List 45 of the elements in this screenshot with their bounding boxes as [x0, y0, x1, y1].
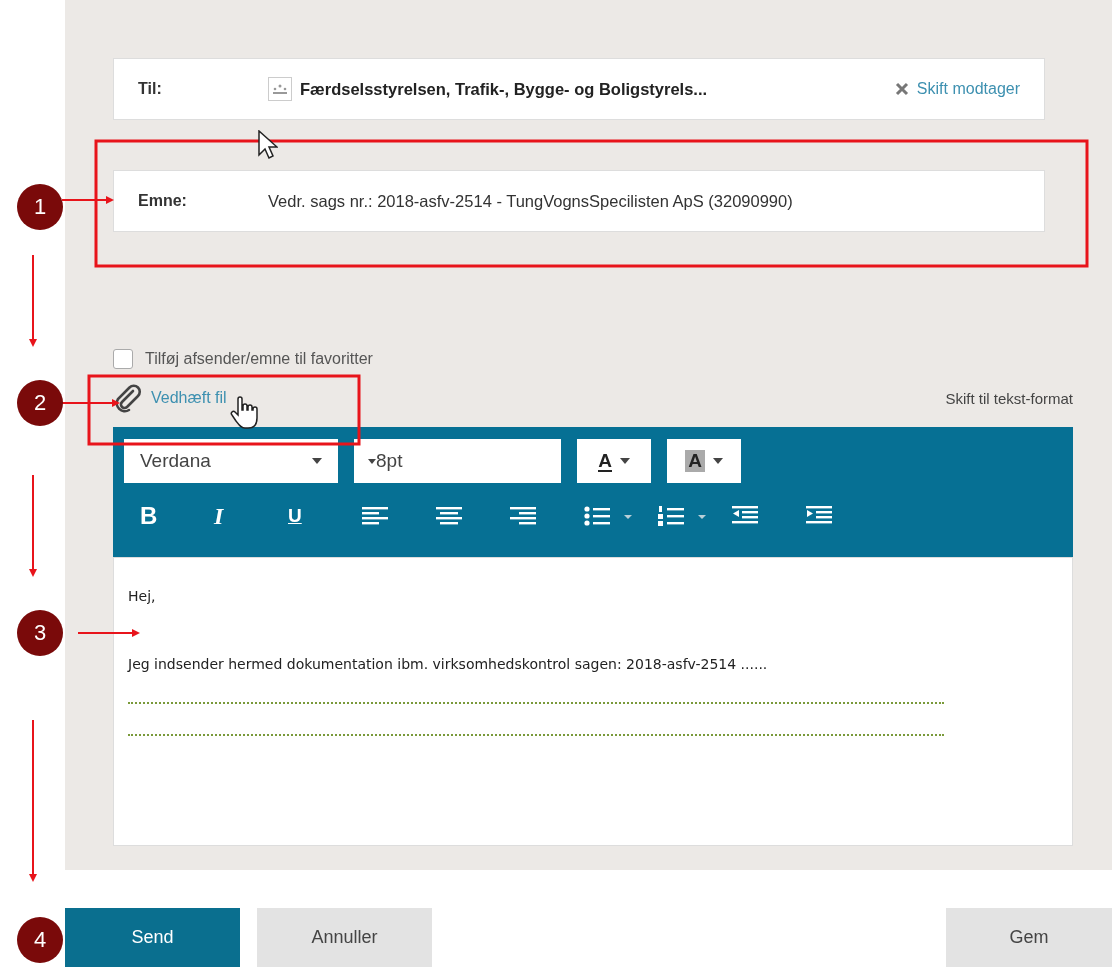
subject-field[interactable]: Emne: Vedr. sags nr.: 2018-asfv-2514 - TungVognsSpecilisten ApS (32090990) — [113, 170, 1045, 232]
change-recipient-link[interactable]: Skift modtager — [894, 80, 1020, 98]
step-number: 1 — [17, 184, 63, 230]
pointer-cursor-icon — [258, 130, 278, 160]
caret-icon — [712, 458, 723, 464]
message-editor[interactable]: Hej, Jeg indsender hermed dokumentation ibm. virksomhedskontrol sagen: 2018-asfv-2514 ...... — [113, 557, 1073, 846]
step-number: 4 — [17, 917, 63, 963]
align-center-icon[interactable] — [436, 505, 462, 527]
font-dropdown[interactable]: Verdana — [124, 439, 338, 483]
annotation-arrow — [61, 399, 120, 407]
align-left-icon[interactable] — [362, 505, 388, 527]
numbered-list-icon[interactable] — [658, 505, 706, 527]
font-value: Verdana — [140, 450, 211, 472]
action-button[interactable]: Annuller — [257, 908, 432, 967]
bullet-list-icon[interactable] — [584, 505, 632, 527]
favorite-checkbox[interactable] — [113, 349, 133, 369]
action-button[interactable]: Gem — [946, 908, 1112, 967]
annotation-arrow — [61, 196, 114, 204]
text-color-button[interactable]: A — [577, 439, 651, 483]
size-value: 8pt — [376, 450, 403, 472]
close-icon — [894, 82, 909, 96]
send-button[interactable]: Send — [65, 908, 240, 967]
caret-icon — [368, 458, 376, 464]
body-text: Jeg indsender hermed dokumentation ibm. virksomhedskontrol sagen: 2018-asfv-2514 ...... — [128, 656, 769, 672]
underline-button[interactable]: U — [288, 505, 302, 527]
subject-label: Emne: — [138, 192, 188, 210]
italic-button[interactable]: I — [214, 502, 224, 530]
step-number: 2 — [17, 380, 63, 426]
subject-value: Vedr. sags nr.: 2018-asfv-2514 - TungVognsSpecilisten ApS (32090990) — [268, 191, 793, 211]
bold-button[interactable]: B — [140, 502, 158, 530]
align-right-icon[interactable] — [510, 505, 536, 527]
size-dropdown[interactable]: 8pt — [354, 439, 561, 483]
paperclip-icon — [113, 383, 143, 413]
caret-icon — [312, 458, 322, 464]
recipient-name: Færdselsstyrelsen, Trafik-, Bygge- og Boligstyrels... — [300, 79, 709, 99]
annotation-arrow — [77, 629, 140, 637]
hand-cursor-icon — [230, 396, 258, 430]
highlight-color-button[interactable]: A — [667, 439, 741, 483]
caret-icon — [619, 458, 630, 464]
text-format-link[interactable]: Skift til tekst-format — [945, 389, 1073, 407]
greeting-text: Hej, — [128, 588, 157, 604]
organization-icon — [268, 77, 292, 101]
favorite-label: Tilføj afsender/emne til favoritter — [145, 350, 373, 368]
step-number: 3 — [17, 610, 63, 656]
recipient-label: Til: — [138, 80, 163, 98]
